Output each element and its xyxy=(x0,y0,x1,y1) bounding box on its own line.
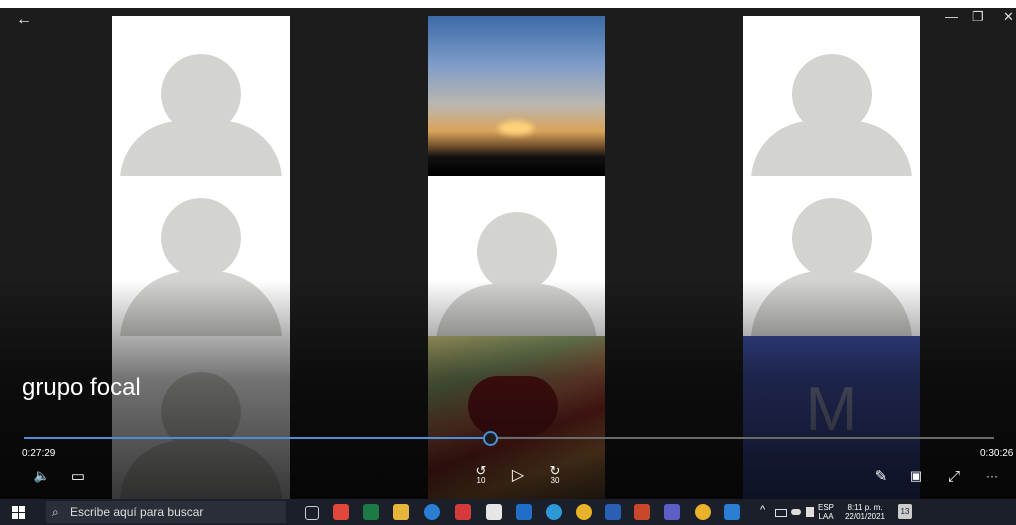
chrome-icon[interactable] xyxy=(576,504,592,520)
clock-time: 8:11 p. m. xyxy=(847,503,883,512)
movies-tv-icon[interactable] xyxy=(724,504,740,520)
windows-start-icon[interactable] xyxy=(12,506,25,519)
mini-view-icon[interactable]: ▣ xyxy=(906,466,926,486)
restore-icon[interactable]: ❐ xyxy=(972,9,984,25)
fullscreen-icon[interactable]: ⤢ xyxy=(944,466,964,486)
search-icon: ⌕ xyxy=(52,505,59,519)
rewind-label: 10 xyxy=(476,476,486,485)
forward-30-button[interactable]: ↻ 30 xyxy=(544,464,566,486)
play-button[interactable]: ▷ xyxy=(508,464,528,486)
taskbar-search-box[interactable]: ⌕ Escribe aquí para buscar xyxy=(46,501,286,523)
back-arrow-icon[interactable]: ← xyxy=(16,11,32,29)
participant-tile-1 xyxy=(112,16,290,176)
mail-app-icon[interactable] xyxy=(455,504,471,520)
snip-app-icon[interactable] xyxy=(333,504,349,520)
language-code: ESP xyxy=(818,503,835,512)
tray-language[interactable]: ESP LAA xyxy=(818,503,834,521)
avatar-head xyxy=(792,198,872,278)
internet-explorer-icon[interactable] xyxy=(424,504,440,520)
edge-icon[interactable] xyxy=(546,504,562,520)
excel-icon[interactable] xyxy=(363,504,379,520)
video-player[interactable]: M ← — ❐ ✕ grupo focal 0:27:29 0:30:26 🔈 … xyxy=(0,0,1016,499)
chrome-icon-2[interactable] xyxy=(695,504,711,520)
current-time: 0:27:29 xyxy=(22,448,56,459)
rewind-10-button[interactable]: ↺ 10 xyxy=(470,464,492,486)
minimize-icon[interactable]: — xyxy=(945,9,958,24)
forward-label: 30 xyxy=(550,476,560,485)
volume-icon[interactable]: 🔈 xyxy=(32,466,52,486)
total-time: 0:30:26 xyxy=(980,448,1014,459)
tray-chevron-icon[interactable]: ^ xyxy=(760,505,765,516)
keyboard-layout: LAA xyxy=(818,512,834,521)
participant-tile-sunset-photo xyxy=(428,16,605,176)
more-options-icon[interactable]: ··· xyxy=(980,466,1004,486)
close-icon[interactable]: ✕ xyxy=(1003,9,1014,25)
word-icon[interactable] xyxy=(605,504,621,520)
tray-cloud-icon xyxy=(791,509,801,515)
store-icon[interactable] xyxy=(486,504,502,520)
window-border xyxy=(0,0,1016,8)
tray-clock[interactable]: 8:11 p. m. 22/01/2021 xyxy=(838,503,892,521)
teams-icon[interactable] xyxy=(664,504,680,520)
avatar-head xyxy=(161,198,241,278)
notification-count: 13 xyxy=(900,507,910,516)
seek-bar-progress xyxy=(24,437,490,439)
tray-network-icon xyxy=(806,507,814,517)
powerpoint-icon[interactable] xyxy=(634,504,650,520)
notification-center-icon[interactable]: 13 xyxy=(898,504,912,519)
file-explorer-icon[interactable] xyxy=(393,504,409,520)
participant-tile-5 xyxy=(743,16,920,176)
sun-glow xyxy=(498,121,534,135)
outlook-icon[interactable] xyxy=(516,504,532,520)
search-placeholder: Escribe aquí para buscar xyxy=(70,505,204,519)
seek-bar-thumb[interactable] xyxy=(483,431,498,446)
avatar-body xyxy=(751,121,912,176)
task-view-icon[interactable] xyxy=(305,506,319,520)
video-title: grupo focal xyxy=(22,374,141,401)
taskbar: ⌕ Escribe aquí para buscar ^ ESP LAA 8:1… xyxy=(0,499,1016,525)
avatar-body xyxy=(120,121,282,176)
tray-battery-icon xyxy=(775,509,787,517)
subtitles-icon[interactable]: ▭ xyxy=(68,466,88,486)
pen-icon[interactable]: ✎ xyxy=(871,466,891,486)
clock-date: 22/01/2021 xyxy=(844,512,886,521)
